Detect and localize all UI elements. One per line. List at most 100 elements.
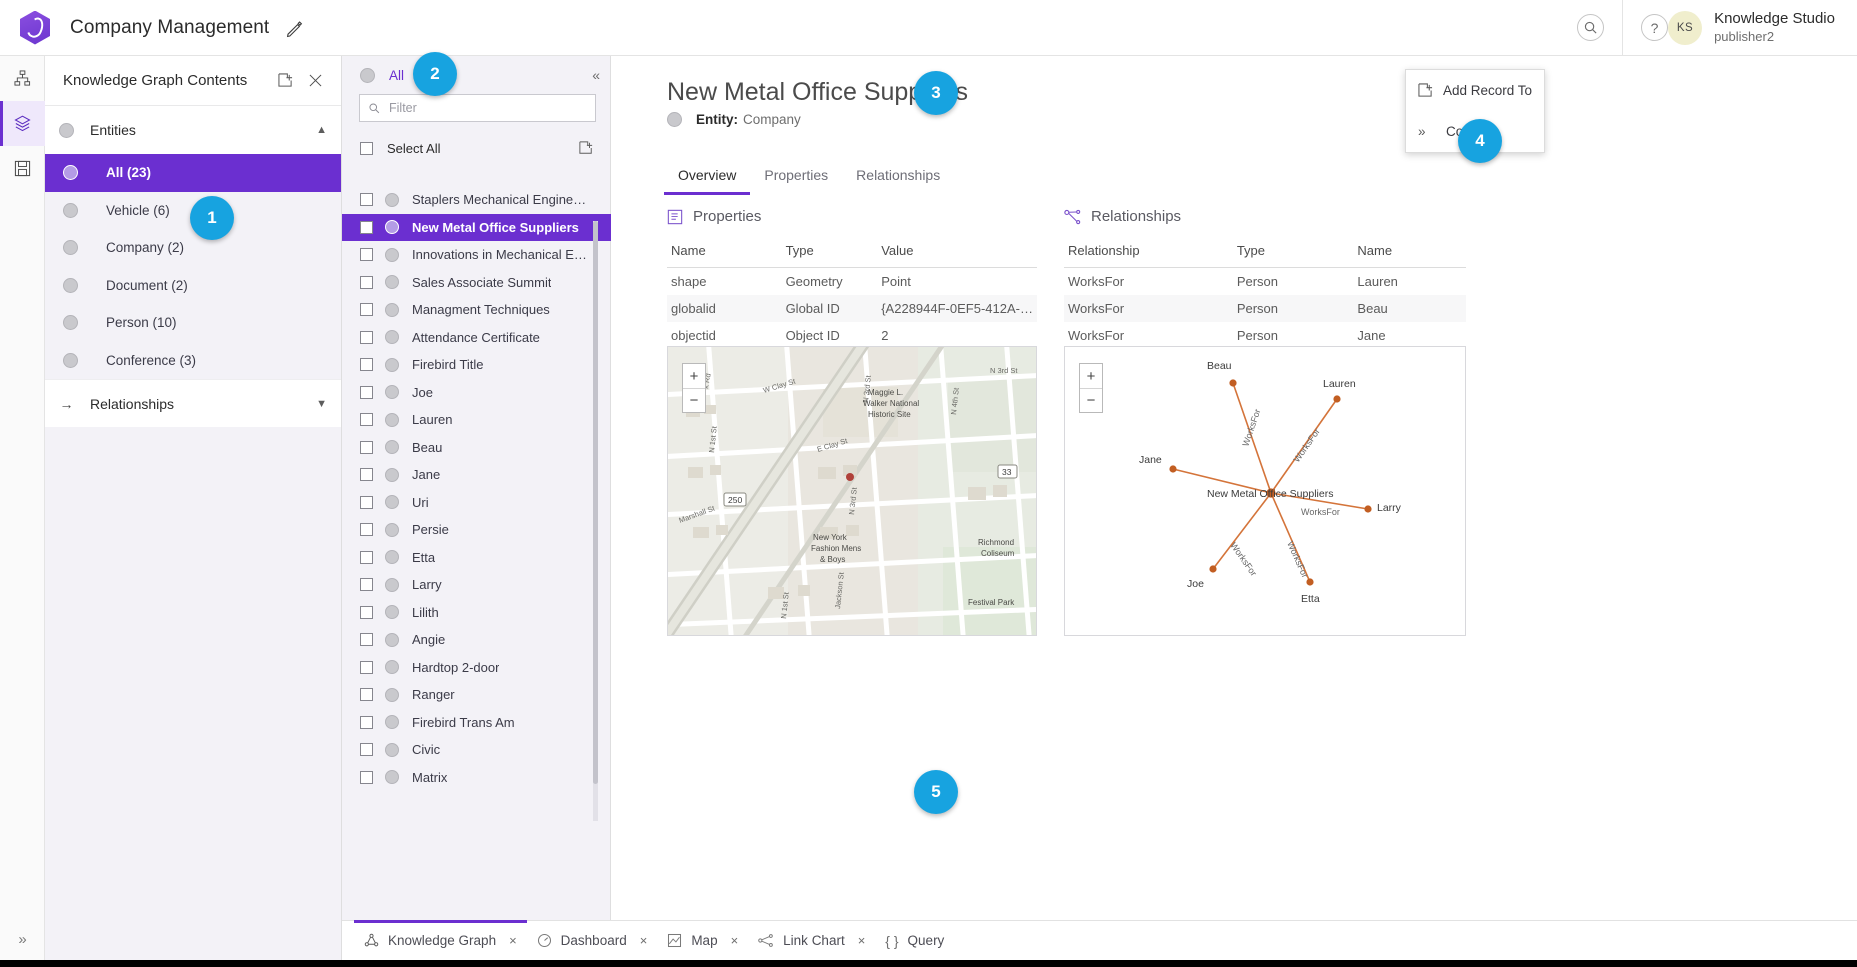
entity-checkbox[interactable] xyxy=(360,276,373,289)
table-cell[interactable]: Beau xyxy=(1353,295,1466,322)
entity-list-item[interactable]: New Metal Office Suppliers xyxy=(342,214,611,242)
entity-checkbox[interactable] xyxy=(360,468,373,481)
close-icon[interactable] xyxy=(303,69,327,93)
chart-zoom-controls[interactable]: + − xyxy=(1079,363,1103,413)
entity-type-person[interactable]: Person (10) xyxy=(45,304,341,342)
chart-zoom-in-button[interactable]: + xyxy=(1080,364,1102,388)
select-all-checkbox[interactable] xyxy=(360,142,373,155)
entity-checkbox[interactable] xyxy=(360,303,373,316)
entities-group-header[interactable]: Entities ▲ xyxy=(45,106,341,154)
entity-list-item[interactable]: Civic xyxy=(342,736,611,764)
help-icon[interactable]: ? xyxy=(1641,14,1668,41)
entity-checkbox[interactable] xyxy=(360,331,373,344)
entity-type-all[interactable]: All (23) xyxy=(45,154,341,192)
entity-list-item[interactable]: Lilith xyxy=(342,599,611,627)
entity-list-item[interactable]: Beau xyxy=(342,434,611,462)
entity-type-conference[interactable]: Conference (3) xyxy=(45,342,341,380)
entity-list-item[interactable]: Hardtop 2-door xyxy=(342,654,611,682)
entity-checkbox[interactable] xyxy=(360,523,373,536)
entity-checkbox[interactable] xyxy=(360,551,373,564)
table-cell[interactable]: WorksFor xyxy=(1064,322,1233,349)
entity-checkbox[interactable] xyxy=(360,606,373,619)
entity-checkbox[interactable] xyxy=(360,221,373,234)
table-cell[interactable]: Jane xyxy=(1353,322,1466,349)
entity-list-item[interactable]: Joe xyxy=(342,379,611,407)
relationships-group-header[interactable]: → Relationships ▼ xyxy=(45,379,341,427)
entity-checkbox[interactable] xyxy=(360,578,373,591)
entity-list-item[interactable]: Larry xyxy=(342,571,611,599)
entity-list-item[interactable]: Innovations in Mechanical Engin… xyxy=(342,241,611,269)
map-zoom-in-button[interactable]: + xyxy=(683,364,705,388)
bottom-tab-link-chart[interactable]: Link Chart × xyxy=(748,921,875,961)
select-all-row[interactable]: Select All xyxy=(342,131,610,165)
entity-list-item[interactable]: Jane xyxy=(342,461,611,489)
bottom-tab-query[interactable]: { } Query xyxy=(875,921,954,961)
table-row[interactable]: WorksForPersonLauren xyxy=(1064,268,1466,296)
collapse-left-icon[interactable]: « xyxy=(592,67,600,83)
map-zoom-controls[interactable]: + − xyxy=(682,363,706,413)
entity-list-item[interactable]: Managment Techniques xyxy=(342,296,611,324)
layers-icon[interactable] xyxy=(0,101,45,146)
close-icon[interactable]: × xyxy=(509,933,517,948)
table-row[interactable]: shapeGeometryPoint xyxy=(667,268,1037,296)
entity-type-document[interactable]: Document (2) xyxy=(45,267,341,305)
bottom-tab-knowledge-graph[interactable]: Knowledge Graph × xyxy=(354,921,527,961)
filter-input[interactable] xyxy=(387,100,587,116)
entity-checkbox[interactable] xyxy=(360,633,373,646)
entity-checkbox[interactable] xyxy=(360,716,373,729)
table-row[interactable]: globalidGlobal ID{A228944F-0EF5-412A-… xyxy=(667,295,1037,322)
entity-checkbox[interactable] xyxy=(360,441,373,454)
table-cell[interactable]: Lauren xyxy=(1353,268,1466,296)
entity-checkbox[interactable] xyxy=(360,743,373,756)
map-zoom-out-button[interactable]: − xyxy=(683,388,705,412)
close-icon[interactable]: × xyxy=(858,933,866,948)
add-to-new-icon[interactable] xyxy=(273,69,297,93)
avatar[interactable]: KS xyxy=(1668,11,1702,45)
entity-list-item[interactable]: Etta xyxy=(342,544,611,572)
entity-list-scrollbar-thumb[interactable] xyxy=(593,221,598,784)
filter-box[interactable] xyxy=(359,94,596,122)
entity-type-company[interactable]: Company (2) xyxy=(45,229,341,267)
schema-icon[interactable] xyxy=(0,56,45,101)
entity-checkbox[interactable] xyxy=(360,771,373,784)
chevron-up-icon[interactable]: ▲ xyxy=(316,124,327,136)
menu-item-add-record-to[interactable]: Add Record To xyxy=(1406,70,1544,111)
entity-checkbox[interactable] xyxy=(360,496,373,509)
table-row[interactable]: WorksForPersonJane xyxy=(1064,322,1466,349)
entity-list-item[interactable]: Sales Associate Summit xyxy=(342,269,611,297)
tab-properties[interactable]: Properties xyxy=(750,161,842,195)
tab-relationships[interactable]: Relationships xyxy=(842,161,954,195)
tab-overview[interactable]: Overview xyxy=(664,161,750,195)
close-icon[interactable]: × xyxy=(640,933,648,948)
close-icon[interactable]: × xyxy=(731,933,739,948)
expand-rail-button[interactable]: » xyxy=(0,919,45,959)
one-hop-link-chart[interactable]: Beau Lauren Jane Larry Joe Etta New Meta… xyxy=(1064,346,1466,636)
table-cell[interactable]: WorksFor xyxy=(1064,268,1233,296)
add-to-new-icon[interactable] xyxy=(574,136,598,160)
entity-checkbox[interactable] xyxy=(360,193,373,206)
entity-list-item[interactable]: Lauren xyxy=(342,406,611,434)
chevron-down-icon[interactable]: ▼ xyxy=(316,398,327,410)
entity-checkbox[interactable] xyxy=(360,358,373,371)
entity-list-item[interactable]: Persie xyxy=(342,516,611,544)
entity-list-item[interactable]: Matrix xyxy=(342,764,611,792)
geospatial-map[interactable]: N 1st St Marshall St k Rd W Clay St E Cl… xyxy=(667,346,1037,636)
entity-rows-container[interactable]: Staplers Mechanical EngineeringNew Metal… xyxy=(342,186,611,920)
entity-checkbox[interactable] xyxy=(360,248,373,261)
bottom-tab-map[interactable]: Map × xyxy=(657,921,748,961)
entity-checkbox[interactable] xyxy=(360,661,373,674)
entity-list-item[interactable]: Uri xyxy=(342,489,611,517)
table-row[interactable]: objectidObject ID2 xyxy=(667,322,1037,349)
entity-list-item[interactable]: Angie xyxy=(342,626,611,654)
entity-checkbox[interactable] xyxy=(360,688,373,701)
chart-zoom-out-button[interactable]: − xyxy=(1080,388,1102,412)
save-icon[interactable] xyxy=(0,146,45,191)
bottom-tab-dashboard[interactable]: Dashboard × xyxy=(527,921,658,961)
search-icon[interactable] xyxy=(1577,14,1604,41)
entity-list-item[interactable]: Firebird Trans Am xyxy=(342,709,611,737)
entity-list-item[interactable]: Attendance Certificate xyxy=(342,324,611,352)
pencil-icon[interactable] xyxy=(285,18,305,38)
entity-list-item[interactable]: Ranger xyxy=(342,681,611,709)
table-cell[interactable]: WorksFor xyxy=(1064,295,1233,322)
table-row[interactable]: WorksForPersonBeau xyxy=(1064,295,1466,322)
